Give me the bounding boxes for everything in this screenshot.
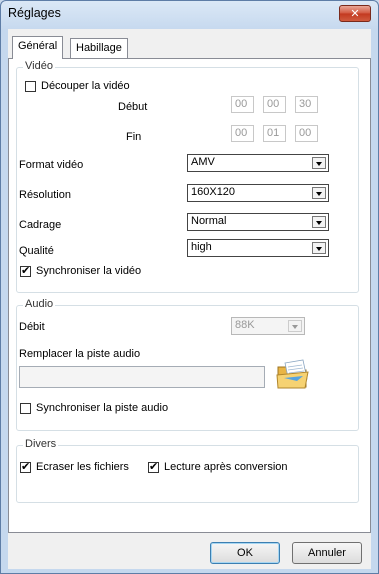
cut-video-label: Découper la vidéo: [41, 80, 130, 92]
end-seconds-field[interactable]: 00: [295, 125, 318, 142]
end-hours-field[interactable]: 00: [231, 125, 254, 142]
play-after-conversion-label: Lecture après conversion: [164, 461, 288, 473]
close-icon: ✕: [350, 8, 360, 20]
audio-track-path-field[interactable]: [19, 366, 265, 388]
window-title: Réglages: [8, 6, 61, 20]
tab-panel-general: Vidéo Découper la vidéo Début 00 00 30 F…: [8, 58, 371, 533]
bitrate-label: Débit: [19, 321, 45, 333]
sync-audio-checkbox[interactable]: [20, 403, 31, 414]
cut-video-checkbox[interactable]: [25, 81, 36, 92]
settings-dialog: Réglages ✕ Général Habillage Vidéo Décou…: [0, 0, 379, 574]
close-button[interactable]: ✕: [339, 5, 371, 22]
start-hours-field[interactable]: 00: [231, 96, 254, 113]
chevron-down-icon: [312, 157, 326, 169]
audio-group-legend: Audio: [23, 298, 56, 310]
video-group-legend: Vidéo: [23, 60, 55, 72]
start-seconds-field[interactable]: 30: [295, 96, 318, 113]
quality-label: Qualité: [19, 245, 54, 257]
misc-group: Divers ✔ Ecraser les fichiers ✔ Lecture …: [16, 438, 359, 503]
video-format-select[interactable]: AMV: [187, 154, 329, 172]
chevron-down-icon: [312, 216, 326, 228]
resolution-value: 160X120: [191, 186, 236, 198]
overwrite-files-label: Ecraser les fichiers: [36, 461, 129, 473]
quality-select[interactable]: high: [187, 239, 329, 257]
play-after-conversion-checkbox[interactable]: ✔: [148, 462, 159, 473]
start-minutes-field[interactable]: 00: [263, 96, 286, 113]
open-folder-icon[interactable]: [275, 359, 311, 391]
resolution-select[interactable]: 160X120: [187, 184, 329, 202]
end-minutes-field[interactable]: 01: [263, 125, 286, 142]
tab-skin[interactable]: Habillage: [70, 38, 128, 58]
chevron-down-icon: [312, 187, 326, 199]
chevron-down-icon: [288, 320, 302, 332]
video-group: Vidéo Découper la vidéo Début 00 00 30 F…: [16, 60, 359, 293]
quality-value: high: [191, 241, 212, 253]
resolution-label: Résolution: [19, 189, 71, 201]
framing-select[interactable]: Normal: [187, 213, 329, 231]
dialog-client: Général Habillage Vidéo Découper la vidé…: [8, 29, 371, 569]
video-format-label: Format vidéo: [19, 159, 84, 171]
chevron-down-icon: [312, 242, 326, 254]
misc-group-legend: Divers: [23, 438, 59, 450]
end-label: Fin: [126, 131, 142, 143]
cancel-button[interactable]: Annuler: [292, 542, 362, 564]
video-format-value: AMV: [191, 156, 215, 168]
framing-label: Cadrage: [19, 219, 62, 231]
framing-value: Normal: [191, 215, 227, 227]
replace-audio-label: Remplacer la piste audio: [19, 348, 141, 360]
sync-video-label: Synchroniser la vidéo: [36, 265, 142, 277]
tab-general[interactable]: Général: [12, 36, 64, 59]
sync-audio-label: Synchroniser la piste audio: [36, 402, 169, 414]
start-label: Début: [118, 101, 148, 113]
title-bar: Réglages ✕: [1, 1, 378, 27]
bitrate-value: 88K: [235, 319, 255, 331]
ok-button[interactable]: OK: [210, 542, 280, 564]
audio-group: Audio Débit 88K Remplacer la piste audio…: [16, 298, 359, 431]
sync-video-checkbox[interactable]: ✔: [20, 266, 31, 277]
overwrite-files-checkbox[interactable]: ✔: [20, 462, 31, 473]
bitrate-select[interactable]: 88K: [231, 317, 305, 335]
